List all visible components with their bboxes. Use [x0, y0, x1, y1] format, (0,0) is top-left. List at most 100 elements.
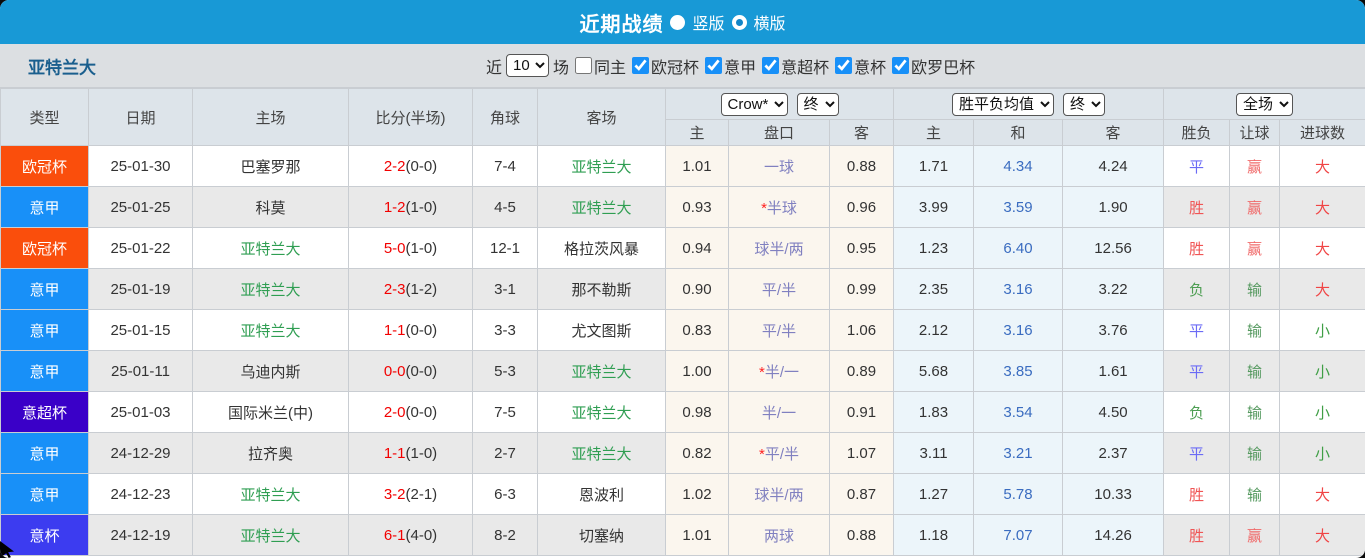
col-header-result-goals: 进球数 — [1280, 120, 1365, 146]
table-row: 意甲24-12-29拉齐奥1-1(1-0)2-7亚特兰大0.82*平/半1.07… — [1, 433, 1365, 474]
table-row: 意甲25-01-25科莫1-2(1-0)4-5亚特兰大0.93*半球0.963.… — [1, 187, 1365, 228]
corner-cell: 4-5 — [473, 187, 538, 228]
mean-draw: 3.21 — [974, 433, 1063, 474]
away-odds: 0.95 — [830, 228, 894, 269]
halftime-score: (1-0) — [406, 240, 438, 257]
corner-cell: 6-3 — [473, 474, 538, 515]
panel-title: 近期战绩 — [579, 8, 663, 37]
col-header-odds-away: 客 — [830, 120, 894, 146]
league-checkbox-europa[interactable] — [892, 57, 909, 74]
result-goals: 大 — [1280, 187, 1365, 228]
bookmaker-select[interactable]: Crow* — [721, 93, 788, 116]
horizontal-radio-label[interactable]: 横版 — [754, 10, 786, 34]
result-handicap: 赢 — [1230, 187, 1280, 228]
col-header-mean-away: 客 — [1063, 120, 1164, 146]
corner-cell: 7-5 — [473, 392, 538, 433]
mean-away: 3.22 — [1063, 269, 1164, 310]
result-wdl: 负 — [1164, 269, 1230, 310]
result-wdl: 平 — [1164, 351, 1230, 392]
league-badge: 意甲 — [1, 310, 89, 351]
away-odds: 0.88 — [830, 515, 894, 556]
col-header-mean-draw: 和 — [974, 120, 1063, 146]
home-odds: 1.01 — [666, 515, 729, 556]
col-header-result-handicap: 让球 — [1230, 120, 1280, 146]
result-goals: 大 — [1280, 146, 1365, 187]
result-handicap: 输 — [1230, 392, 1280, 433]
league-checkbox-ucl[interactable] — [632, 57, 649, 74]
home-team: 国际米兰(中) — [193, 392, 349, 433]
away-team: 亚特兰大 — [538, 351, 666, 392]
league-badge: 意杯 — [1, 515, 89, 556]
match-count-select[interactable]: 10 — [506, 54, 549, 77]
match-date: 24-12-23 — [89, 474, 193, 515]
home-odds: 0.90 — [666, 269, 729, 310]
col-header-odds-handicap: 盘口 — [729, 120, 830, 146]
result-goals: 小 — [1280, 310, 1365, 351]
col-header-date: 日期 — [89, 89, 193, 146]
halftime-score: (1-2) — [406, 281, 438, 298]
home-team: 亚特兰大 — [193, 228, 349, 269]
result-handicap: 输 — [1230, 474, 1280, 515]
title-bar: 近期战绩 竖版 横版 — [0, 0, 1365, 44]
league-checkbox-supercup[interactable] — [762, 57, 779, 74]
mean-away: 12.56 — [1063, 228, 1164, 269]
match-date: 25-01-22 — [89, 228, 193, 269]
league-badge: 意甲 — [1, 187, 89, 228]
result-wdl: 胜 — [1164, 515, 1230, 556]
score-cell: 1-1(1-0) — [349, 433, 473, 474]
table-row: 意甲25-01-11乌迪内斯0-0(0-0)5-3亚特兰大1.00*半/一0.8… — [1, 351, 1365, 392]
mean-home: 1.18 — [894, 515, 974, 556]
vertical-radio-label[interactable]: 竖版 — [692, 10, 724, 34]
mean-select[interactable]: 胜平负均值 — [952, 93, 1054, 116]
league-badge: 意甲 — [1, 433, 89, 474]
result-wdl: 胜 — [1164, 474, 1230, 515]
away-odds: 1.07 — [830, 433, 894, 474]
col-header-home: 主场 — [193, 89, 349, 146]
same-home-checkbox[interactable] — [575, 57, 592, 74]
fulltime-score: 6-1 — [384, 527, 406, 544]
horizontal-radio[interactable] — [732, 15, 747, 30]
mean-home: 5.68 — [894, 351, 974, 392]
home-team: 亚特兰大 — [193, 515, 349, 556]
mean-group-header: 胜平负均值 终 — [894, 89, 1164, 120]
fulltime-score: 2-3 — [384, 281, 406, 298]
table-row: 欧冠杯25-01-22亚特兰大5-0(1-0)12-1格拉茨风暴0.94球半/两… — [1, 228, 1365, 269]
mean-home: 3.99 — [894, 187, 974, 228]
scope-select[interactable]: 全场 — [1236, 93, 1293, 116]
result-wdl: 负 — [1164, 392, 1230, 433]
home-odds: 1.00 — [666, 351, 729, 392]
col-header-mean-home: 主 — [894, 120, 974, 146]
games-label: 场 — [553, 54, 569, 78]
vertical-radio[interactable] — [670, 15, 685, 30]
fulltime-score: 5-0 — [384, 240, 406, 257]
corner-cell: 3-3 — [473, 310, 538, 351]
fulltime-score: 1-1 — [384, 322, 406, 339]
col-header-corner: 角球 — [473, 89, 538, 146]
mean-away: 2.37 — [1063, 433, 1164, 474]
table-row: 意甲25-01-19亚特兰大2-3(1-2)3-1那不勒斯0.90平/半0.99… — [1, 269, 1365, 310]
bookmaker-final-select[interactable]: 终 — [797, 93, 839, 116]
score-cell: 2-2(0-0) — [349, 146, 473, 187]
away-team: 亚特兰大 — [538, 187, 666, 228]
home-team: 巴塞罗那 — [193, 146, 349, 187]
mean-draw: 7.07 — [974, 515, 1063, 556]
home-odds: 1.01 — [666, 146, 729, 187]
league-checkbox-coppa[interactable] — [835, 57, 852, 74]
league-checkbox-seriea[interactable] — [705, 57, 722, 74]
handicap-cell: 球半/两 — [729, 474, 830, 515]
league-label-ucl: 欧冠杯 — [651, 54, 699, 78]
result-goals: 大 — [1280, 515, 1365, 556]
score-cell: 1-2(1-0) — [349, 187, 473, 228]
league-label-europa: 欧罗巴杯 — [911, 54, 975, 78]
league-badge: 意甲 — [1, 351, 89, 392]
result-handicap: 输 — [1230, 433, 1280, 474]
handicap-cell: *半球 — [729, 187, 830, 228]
result-wdl: 胜 — [1164, 228, 1230, 269]
mean-home: 1.27 — [894, 474, 974, 515]
away-team: 那不勒斯 — [538, 269, 666, 310]
fulltime-score: 3-2 — [384, 486, 406, 503]
mean-final-select[interactable]: 终 — [1063, 93, 1105, 116]
score-cell: 3-2(2-1) — [349, 474, 473, 515]
result-handicap: 输 — [1230, 269, 1280, 310]
col-header-type: 类型 — [1, 89, 89, 146]
